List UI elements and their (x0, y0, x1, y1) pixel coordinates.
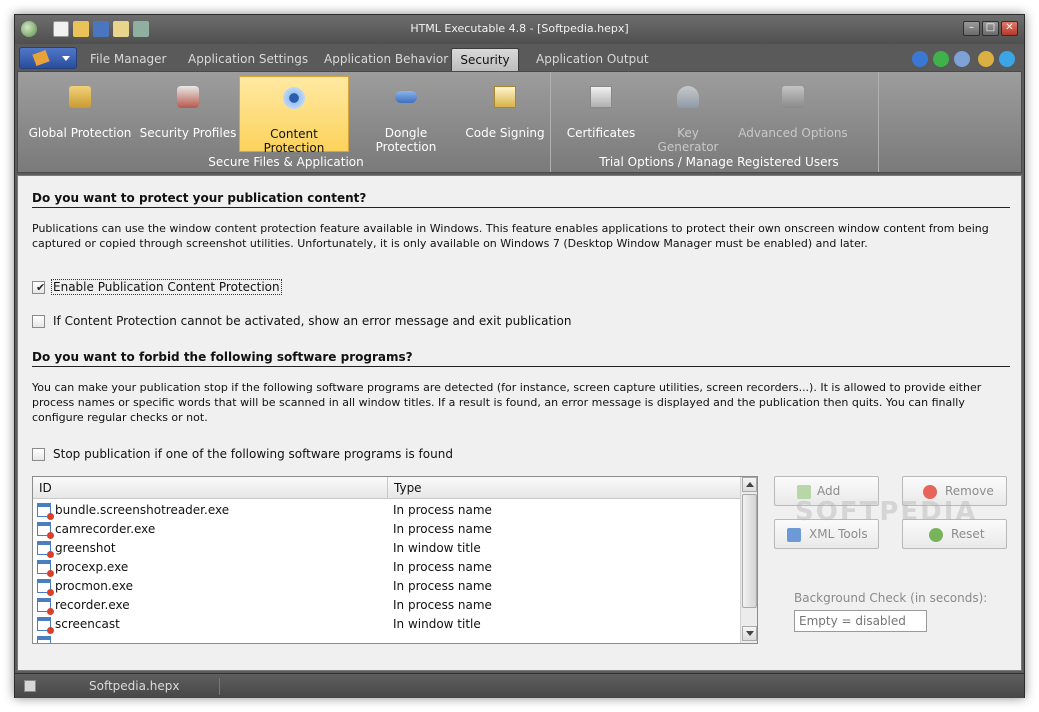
certificate-seal-icon (494, 86, 516, 108)
badge-icon[interactable] (978, 51, 994, 67)
table-row[interactable]: recorder.exe In process name (33, 596, 742, 615)
dongle-protection-button[interactable]: Dongle Protection (353, 76, 459, 154)
stop-publication-label[interactable]: Stop publication if one of the following… (52, 447, 454, 461)
shield-profile-icon (177, 86, 199, 108)
security-profiles-button[interactable]: Security Profiles (138, 76, 238, 152)
ribbon-tab-row: File Manager Application Settings Applic… (15, 44, 1024, 71)
advanced-options-icon (782, 86, 804, 108)
background-check-label: Background Check (in seconds): (794, 591, 988, 605)
main-window: HTML Executable 4.8 - [Softpedia.hepx] –… (14, 14, 1025, 698)
certificate-icon (590, 86, 612, 108)
document-icon (24, 680, 36, 692)
close-button[interactable]: ✕ (1001, 21, 1018, 36)
tab-application-output[interactable]: Application Output (536, 48, 649, 71)
table-row[interactable]: greenshot In window title (33, 539, 742, 558)
tab-application-behavior[interactable]: Application Behavior (324, 48, 448, 71)
table-row[interactable]: procexp.exe In process name (33, 558, 742, 577)
eye-shield-icon (283, 87, 305, 109)
status-bar: Softpedia.hepx (15, 673, 1024, 698)
global-protection-button[interactable]: Global Protection (24, 76, 136, 152)
table-row[interactable]: bundle.screenshotreader.exe In process na… (33, 501, 742, 520)
help-icon[interactable] (912, 51, 928, 67)
ribbon-panel: Global Protection Security Profiles Cont… (17, 71, 1022, 173)
tab-security[interactable]: Security (451, 48, 519, 71)
table-row[interactable]: screencast In window title (33, 615, 742, 634)
checkbox-box[interactable] (32, 315, 45, 328)
group-label-secure-files: Secure Files & Application (208, 155, 364, 169)
tab-application-settings[interactable]: Application Settings (188, 48, 308, 71)
program-icon (37, 503, 54, 520)
column-header-type[interactable]: Type (394, 481, 422, 495)
content-protection-description: Publications can use the window content … (32, 222, 989, 250)
code-signing-button[interactable]: Code Signing (464, 76, 546, 152)
forbid-software-description: You can make your publication stop if th… (32, 381, 982, 424)
xml-tools-icon (787, 528, 801, 542)
update-arrow-icon[interactable] (933, 51, 949, 67)
maximize-button[interactable]: □ (982, 21, 999, 36)
user-icon[interactable] (954, 51, 970, 67)
table-vertical-scrollbar[interactable] (740, 477, 757, 643)
table-header: ID Type (33, 477, 742, 499)
program-icon (37, 617, 54, 634)
column-header-id[interactable]: ID (39, 481, 52, 495)
softpedia-watermark: SOFTPEDIA (795, 497, 978, 527)
table-row[interactable]: procmon.exe In process name (33, 577, 742, 596)
scroll-up-button[interactable] (742, 477, 757, 492)
content-protection-button[interactable]: Content Protection (239, 76, 349, 155)
table-row[interactable]: camrecorder.exe In process name (33, 520, 742, 539)
scroll-thumb[interactable] (742, 494, 757, 608)
heading-divider (32, 366, 1010, 367)
twitter-icon[interactable] (999, 51, 1015, 67)
status-file-name: Softpedia.hepx (89, 679, 180, 693)
checkbox-box[interactable]: ✔ (32, 281, 45, 294)
application-menu-button[interactable] (19, 47, 77, 69)
enable-content-protection-label[interactable]: Enable Publication Content Protection (51, 279, 282, 295)
window-title: HTML Executable 4.8 - [Softpedia.hepx] (410, 22, 629, 35)
table-row-partial[interactable] (33, 634, 742, 643)
program-icon (37, 598, 54, 615)
key-user-icon (677, 86, 699, 108)
program-icon (37, 522, 54, 539)
certificates-button[interactable]: Certificates (563, 76, 639, 152)
padlock-icon (69, 86, 91, 108)
program-icon (37, 579, 54, 596)
error-exit-label[interactable]: If Content Protection cannot be activate… (52, 314, 572, 328)
usb-dongle-icon (395, 91, 417, 103)
advanced-options-button[interactable]: Advanced Options (738, 76, 848, 152)
key-generator-button[interactable]: Key Generator (646, 76, 730, 154)
reset-icon (929, 528, 943, 542)
group-label-trial-options: Trial Options / Manage Registered Users (599, 155, 839, 169)
program-icon (37, 636, 51, 643)
ribbon-group-separator (550, 72, 551, 172)
chevron-down-icon (62, 56, 70, 61)
program-icon (37, 541, 54, 558)
section-heading-forbid-software: Do you want to forbid the following soft… (32, 350, 413, 364)
background-check-input[interactable] (794, 610, 927, 632)
forbidden-programs-table[interactable]: ID Type bundle.screenshotreader.exe In pr… (32, 476, 758, 644)
status-separator (219, 678, 220, 695)
checkmark-icon: ✔ (36, 281, 46, 294)
scroll-down-button[interactable] (742, 626, 757, 641)
ribbon-group-separator (878, 72, 879, 172)
tab-file-manager[interactable]: File Manager (90, 48, 167, 71)
title-bar: HTML Executable 4.8 - [Softpedia.hepx] –… (15, 15, 1024, 44)
program-icon (37, 560, 54, 577)
security-content-panel: Do you want to protect your publication … (17, 175, 1022, 671)
column-divider[interactable] (387, 477, 388, 499)
section-heading-content-protection: Do you want to protect your publication … (32, 191, 367, 205)
wand-icon (32, 49, 50, 67)
checkbox-box[interactable] (32, 448, 45, 461)
minimize-button[interactable]: – (963, 21, 980, 36)
heading-divider (32, 207, 1010, 208)
